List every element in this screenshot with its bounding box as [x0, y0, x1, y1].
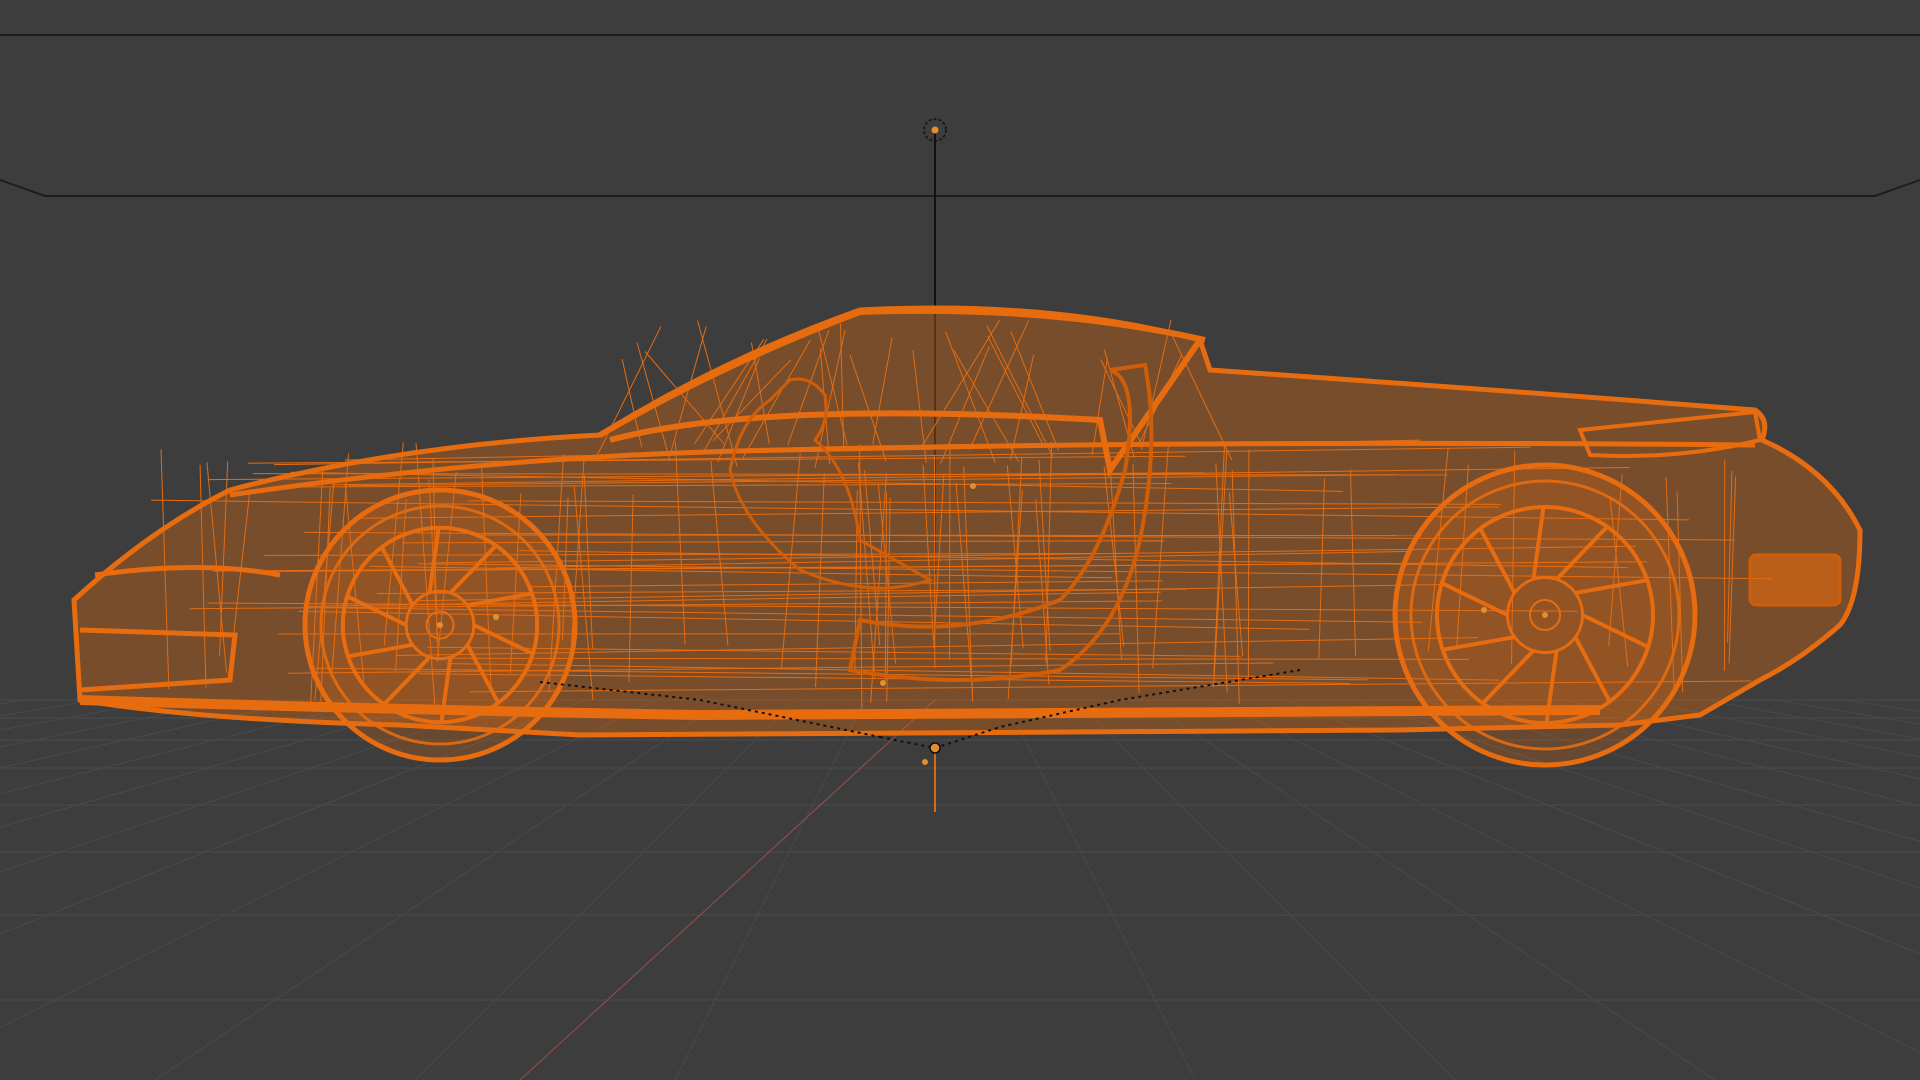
- viewport-canvas[interactable]: [0, 0, 1920, 1080]
- grid-line: [1564, 699, 1920, 780]
- grid-line: [0, 699, 656, 1029]
- grid-line: [0, 699, 26, 705]
- floor-grid: [0, 699, 1920, 1080]
- grid-line: [0, 699, 166, 731]
- grid-line: [1844, 699, 1920, 713]
- grid-line: [1144, 699, 1716, 1080]
- x-axis-line: [519, 699, 936, 1080]
- grid-line: [0, 699, 236, 748]
- car-wireframe-model[interactable]: [71, 305, 1863, 768]
- horizon-frame: [0, 179, 1920, 197]
- grid-line: [1704, 699, 1920, 740]
- grid-line: [1354, 699, 1920, 889]
- grid-line: [0, 699, 586, 935]
- grid-line: [674, 699, 866, 1080]
- grid-line: [1074, 699, 1456, 1080]
- grid-line: [1004, 699, 1196, 1080]
- grid-line: [1774, 699, 1920, 725]
- grid-line: [0, 699, 306, 769]
- grid-line: [1634, 699, 1920, 758]
- car-rear-light: [1748, 553, 1842, 607]
- grid-line: [0, 699, 446, 828]
- grid-line: [1284, 699, 1920, 955]
- grid-line: [0, 699, 376, 795]
- 3d-viewport[interactable]: [0, 0, 1920, 1080]
